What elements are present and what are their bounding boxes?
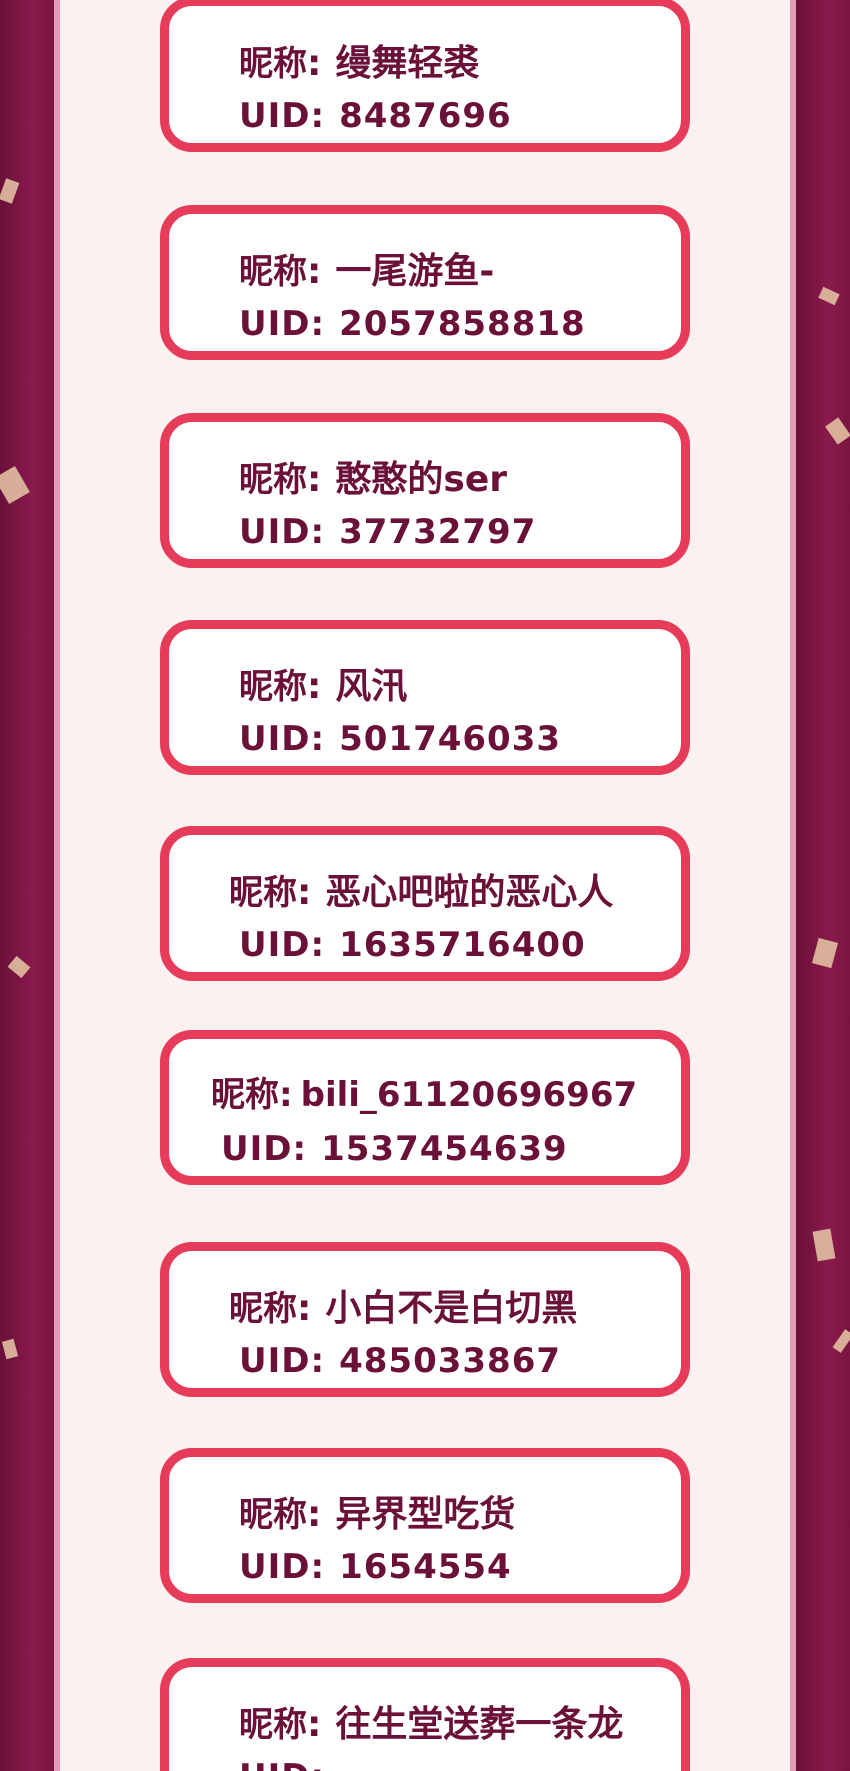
uid-label: UID (239, 1341, 311, 1381)
user-card: 昵称: 一尾游鱼- UID: 2057858818 (160, 205, 690, 360)
nickname-value: 憨憨的ser (335, 459, 508, 500)
uid-row: UID: 2057858818 (239, 304, 586, 344)
separator: : (307, 459, 322, 500)
nickname-value: 小白不是白切黑 (325, 1288, 578, 1329)
nickname-value: 异界型吃货 (335, 1494, 516, 1535)
separator: : (297, 872, 312, 913)
uid-row: UID: 485033867 (239, 1341, 561, 1381)
separator: : (307, 43, 322, 84)
nickname-value: 一尾游鱼- (335, 251, 495, 292)
nickname-value: 往生堂送葬一条龙 (335, 1704, 624, 1745)
user-card: 昵称: 恶心吧啦的恶心人 UID: 1635716400 (160, 826, 690, 981)
nickname-row: 昵称: 一尾游鱼- (239, 242, 494, 294)
uid-row: UID: (239, 1757, 339, 1771)
uid-label: UID (239, 1757, 310, 1771)
nickname-row: 昵称: bili_61120696967 (211, 1067, 637, 1116)
nickname-value: 恶心吧啦的恶心人 (325, 872, 614, 913)
separator: : (307, 251, 322, 292)
separator: : (307, 1494, 322, 1535)
separator: : (310, 1757, 325, 1771)
uid-label: UID (239, 719, 311, 759)
separator: : (279, 1075, 293, 1115)
user-card: 昵称: 风汛 UID: 501746033 (160, 620, 690, 775)
uid-value: 2057858818 (339, 304, 586, 344)
nickname-value: 缦舞轻裘 (335, 43, 480, 84)
uid-label: UID (239, 925, 311, 965)
user-card: 昵称: 往生堂送葬一条龙 UID: (160, 1658, 690, 1771)
uid-row: UID: 501746033 (239, 719, 561, 759)
nickname-value: bili_61120696967 (300, 1075, 638, 1115)
separator: : (310, 925, 326, 965)
uid-value: 8487696 (339, 96, 512, 136)
separator: : (307, 666, 322, 707)
uid-row: UID: 1654554 (239, 1547, 512, 1587)
nickname-row: 昵称: 往生堂送葬一条龙 (239, 1695, 623, 1747)
uid-value: 501746033 (339, 719, 562, 759)
uid-label: UID (239, 512, 311, 552)
nickname-row: 昵称: 憨憨的ser (239, 450, 507, 502)
nickname-value: 风汛 (335, 666, 408, 707)
uid-label: UID (239, 96, 311, 136)
uid-label: UID (239, 304, 311, 344)
nickname-row: 昵称: 异界型吃货 (239, 1485, 515, 1537)
nickname-label: 昵称 (211, 1075, 279, 1115)
uid-row: UID: 8487696 (239, 96, 512, 136)
user-card: 昵称: 憨憨的ser UID: 37732797 (160, 413, 690, 568)
nickname-label: 昵称 (239, 1705, 307, 1745)
right-pink-stripe (790, 0, 796, 1771)
uid-value: 485033867 (339, 1341, 562, 1381)
nickname-row: 昵称: 小白不是白切黑 (229, 1279, 577, 1331)
uid-label: UID (221, 1129, 293, 1169)
left-frame (0, 0, 54, 1771)
uid-row: UID: 37732797 (239, 512, 536, 552)
nickname-row: 昵称: 恶心吧啦的恶心人 (229, 863, 613, 915)
user-card: 昵称: 异界型吃货 UID: 1654554 (160, 1448, 690, 1603)
separator: : (310, 719, 326, 759)
nickname-label: 昵称 (239, 460, 307, 500)
right-frame (796, 0, 850, 1771)
separator: : (307, 1704, 322, 1745)
user-card: 昵称: 小白不是白切黑 UID: 485033867 (160, 1242, 690, 1397)
separator: : (297, 1288, 312, 1329)
uid-value: 1654554 (339, 1547, 512, 1587)
uid-row: UID: 1537454639 (221, 1129, 568, 1169)
user-card: 昵称: 缦舞轻裘 UID: 8487696 (160, 0, 690, 152)
nickname-label: 昵称 (229, 1289, 297, 1329)
nickname-label: 昵称 (239, 44, 307, 84)
uid-value: 37732797 (339, 512, 537, 552)
uid-value: 1537454639 (321, 1129, 568, 1169)
separator: : (310, 304, 326, 344)
nickname-label: 昵称 (229, 873, 297, 913)
nickname-label: 昵称 (239, 252, 307, 292)
separator: : (310, 1341, 326, 1381)
nickname-label: 昵称 (239, 1495, 307, 1535)
nickname-row: 昵称: 风汛 (239, 657, 407, 709)
uid-label: UID (239, 1547, 311, 1587)
nickname-label: 昵称 (239, 667, 307, 707)
user-card: 昵称: bili_61120696967 UID: 1537454639 (160, 1030, 690, 1185)
separator: : (310, 1547, 326, 1587)
separator: : (310, 512, 326, 552)
separator: : (292, 1129, 308, 1169)
separator: : (310, 96, 326, 136)
uid-value: 1635716400 (339, 925, 586, 965)
uid-row: UID: 1635716400 (239, 925, 586, 965)
nickname-row: 昵称: 缦舞轻裘 (239, 34, 479, 86)
